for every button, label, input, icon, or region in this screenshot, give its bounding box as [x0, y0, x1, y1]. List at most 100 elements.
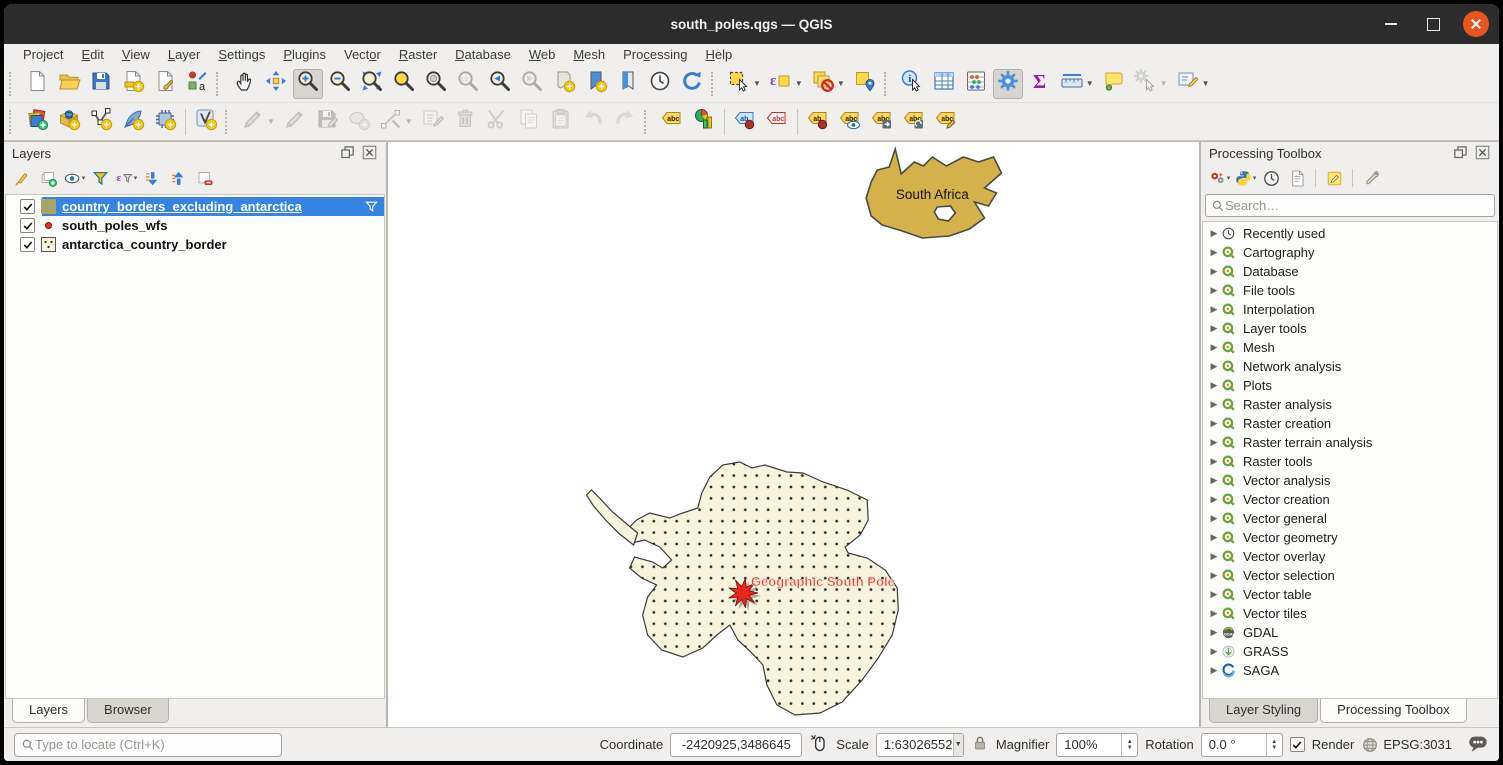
maximize-button[interactable]	[1421, 12, 1445, 36]
new-virtual-layer-button[interactable]	[191, 107, 221, 137]
open-attribute-table-button[interactable]	[929, 69, 959, 99]
toolbox-item-raster-tools[interactable]: ▶Raster tools	[1203, 452, 1497, 471]
close-button[interactable]	[1463, 11, 1489, 37]
new-temporary-scratch-layer-button[interactable]	[150, 107, 180, 137]
expand-arrow-icon[interactable]: ▶	[1207, 304, 1221, 315]
filter-legend-button[interactable]	[88, 166, 112, 190]
expand-arrow-icon[interactable]: ▶	[1207, 456, 1221, 467]
toolbox-search-box[interactable]	[1205, 194, 1495, 217]
toolbox-item-vector-general[interactable]: ▶Vector general	[1203, 509, 1497, 528]
show-layout-manager-button[interactable]	[150, 69, 180, 99]
layer-visibility-checkbox[interactable]	[20, 218, 35, 233]
toolbox-item-layer-tools[interactable]: ▶Layer tools	[1203, 319, 1497, 338]
pan-to-selection-button[interactable]	[261, 69, 291, 99]
toolbox-item-database[interactable]: ▶Database	[1203, 262, 1497, 281]
filter-indicator-icon[interactable]	[364, 199, 379, 217]
toolbar-grip[interactable]	[216, 72, 225, 96]
toolbar-grip[interactable]	[711, 72, 720, 96]
show-hide-labels-button[interactable]: abc	[835, 107, 865, 137]
menu-help[interactable]: Help	[696, 46, 741, 63]
processing-panel-close-icon[interactable]	[1475, 145, 1491, 161]
menu-raster[interactable]: Raster	[390, 46, 446, 63]
manage-map-themes-button[interactable]: ▾	[62, 166, 86, 190]
map-tips-button[interactable]	[1099, 69, 1129, 99]
select-by-expression-button[interactable]: ε▼	[766, 69, 806, 99]
right-dock-tab-layer-styling[interactable]: Layer Styling	[1209, 699, 1318, 723]
expand-arrow-icon[interactable]: ▶	[1207, 361, 1221, 372]
chevron-down-icon[interactable]: ▼	[1086, 79, 1094, 88]
menu-vector[interactable]: Vector	[335, 46, 390, 63]
render-checkbox[interactable]	[1290, 737, 1305, 752]
toolbox-item-raster-analysis[interactable]: ▶Raster analysis	[1203, 395, 1497, 414]
expand-arrow-icon[interactable]: ▶	[1207, 323, 1221, 334]
crs-status[interactable]: EPSG:3031	[1361, 736, 1452, 754]
expand-arrow-icon[interactable]: ▶	[1207, 247, 1221, 258]
new-spatialite-layer-button[interactable]	[118, 107, 148, 137]
expand-arrow-icon[interactable]: ▶	[1207, 532, 1221, 543]
toggle-extents-icon[interactable]	[809, 733, 829, 756]
data-source-manager-button[interactable]	[22, 107, 52, 137]
annotations-button[interactable]: ▼	[1173, 69, 1213, 99]
menu-settings[interactable]: Settings	[209, 46, 274, 63]
chevron-down-icon[interactable]: ▼	[795, 79, 803, 88]
toolbar-grip[interactable]	[9, 110, 18, 134]
toolbox-item-interpolation[interactable]: ▶Interpolation	[1203, 300, 1497, 319]
field-calculator-button[interactable]	[961, 69, 991, 99]
expand-arrow-icon[interactable]: ▶	[1207, 608, 1221, 619]
chevron-down-icon[interactable]: ▼	[405, 117, 413, 126]
toolbox-item-vector-overlay[interactable]: ▶Vector overlay	[1203, 547, 1497, 566]
layer-row-south-poles-wfs[interactable]: south_poles_wfs	[6, 216, 384, 235]
menu-layer[interactable]: Layer	[159, 46, 210, 63]
refresh-button[interactable]	[677, 69, 707, 99]
open-project-button[interactable]	[54, 69, 84, 99]
zoom-out-button[interactable]	[325, 69, 355, 99]
chevron-down-icon[interactable]: ▼	[1202, 79, 1210, 88]
expand-arrow-icon[interactable]: ▶	[1207, 437, 1221, 448]
toolbox-item-vector-table[interactable]: ▶Vector table	[1203, 585, 1497, 604]
filter-by-expression-button[interactable]: ε▾	[114, 166, 138, 190]
remove-layer-button[interactable]	[192, 166, 216, 190]
layer-labeling-button[interactable]: abc	[657, 107, 687, 137]
layer-visibility-checkbox[interactable]	[20, 199, 35, 214]
magnifier-spinbox[interactable]: 100% ▲▼	[1056, 733, 1138, 757]
new-geopackage-layer-button[interactable]	[54, 107, 84, 137]
chevron-down-icon[interactable]: ▼	[753, 79, 761, 88]
toolbar-grip[interactable]	[225, 110, 234, 134]
zoom-full-button[interactable]	[357, 69, 387, 99]
move-label-button[interactable]: abc	[867, 107, 897, 137]
layer-diagram-button[interactable]	[689, 107, 719, 137]
deselect-all-button[interactable]: ▼	[808, 69, 848, 99]
toolbar-grip[interactable]	[644, 110, 653, 134]
expand-arrow-icon[interactable]: ▶	[1207, 589, 1221, 600]
expand-arrow-icon[interactable]: ▶	[1207, 627, 1221, 638]
expand-arrow-icon[interactable]: ▶	[1207, 551, 1221, 562]
models-button[interactable]: ▾	[1207, 166, 1231, 190]
rotation-spinbox[interactable]: 0.0 ° ▲▼	[1201, 733, 1283, 757]
left-dock-tab-browser[interactable]: Browser	[87, 699, 169, 723]
menu-database[interactable]: Database	[446, 46, 520, 63]
processing-toolbox-button[interactable]	[993, 69, 1023, 99]
toolbox-item-vector-creation[interactable]: ▶Vector creation	[1203, 490, 1497, 509]
chevron-down-icon[interactable]: ▼	[837, 79, 845, 88]
edit-features-in-place-button[interactable]	[1322, 166, 1346, 190]
toolbox-item-raster-creation[interactable]: ▶Raster creation	[1203, 414, 1497, 433]
toolbar-grip[interactable]	[884, 72, 893, 96]
menu-web[interactable]: Web	[520, 46, 565, 63]
options-button[interactable]	[1359, 166, 1383, 190]
toolbox-item-network-analysis[interactable]: ▶Network analysis	[1203, 357, 1497, 376]
toolbox-item-recently-used[interactable]: ▶Recently used	[1203, 224, 1497, 243]
open-layer-styling-button[interactable]	[10, 166, 34, 190]
highlight-pinned-labels-button[interactable]: ab	[730, 107, 760, 137]
toolbox-item-vector-tiles[interactable]: ▶Vector tiles	[1203, 604, 1497, 623]
show-bookmarks-button[interactable]	[613, 69, 643, 99]
style-manager-button[interactable]: a	[182, 69, 212, 99]
pan-map-button[interactable]	[229, 69, 259, 99]
expand-arrow-icon[interactable]: ▶	[1207, 646, 1221, 657]
rotate-label-button[interactable]: abc	[899, 107, 929, 137]
zoom-last-button[interactable]	[485, 69, 515, 99]
pin-labels-button[interactable]: ab	[803, 107, 833, 137]
layer-row-antarctica-country-border[interactable]: antarctica_country_border	[6, 235, 384, 254]
right-dock-tab-processing-toolbox[interactable]: Processing Toolbox	[1320, 699, 1467, 723]
toolbox-item-file-tools[interactable]: ▶File tools	[1203, 281, 1497, 300]
zoom-to-layer-button[interactable]	[421, 69, 451, 99]
